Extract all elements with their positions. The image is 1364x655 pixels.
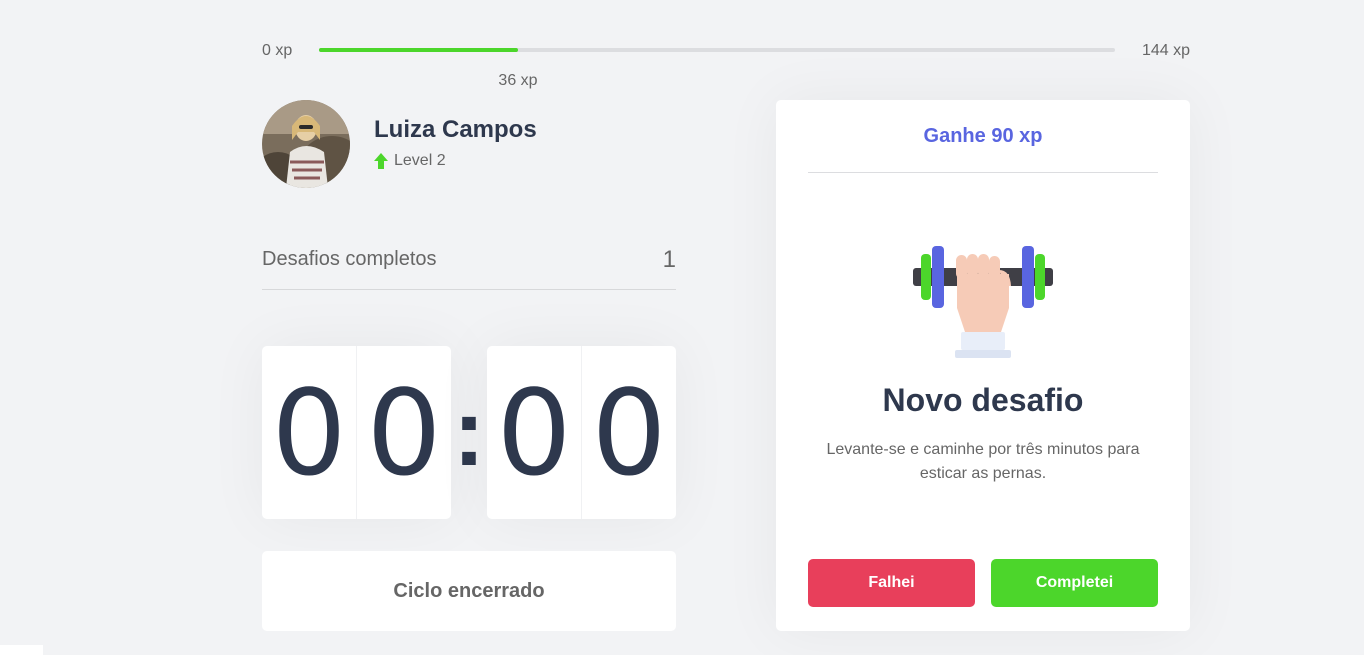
level-up-arrow-icon [374,153,388,169]
countdown-minutes: 0 0 [262,346,451,519]
dumbbell-icon [913,246,1053,358]
second-digit: 0 [581,346,676,519]
challenge-reward: Ganhe 90 xp [808,100,1158,173]
second-digit: 0 [496,363,572,502]
countdown-seconds: 0 0 [487,346,676,519]
corner-patch [0,645,43,655]
user-level: Level 2 [374,152,446,170]
complete-button[interactable]: Completei [991,559,1158,607]
completed-challenges-count: 1 [662,246,676,273]
profile: Luiza Campos Level 2 [262,100,682,190]
minute-digit: 0 [356,346,451,519]
fail-button[interactable]: Falhei [808,559,975,607]
challenge-description: Levante-se e caminhe por três minutos pa… [826,441,1140,482]
xp-progress-fill [319,48,518,52]
xp-max-label: 144 xp [1141,42,1190,59]
level-label: Level 2 [394,152,446,169]
countdown-separator: : [453,378,485,486]
challenge-title: Novo desafio [882,382,1084,418]
user-name: Luiza Campos [374,116,537,143]
cycle-ended-button[interactable]: Ciclo encerrado [262,551,676,631]
xp-current-label: 36 xp [498,72,538,89]
xp-min-label: 0 xp [262,42,293,59]
completed-challenges-label: Desafios completos [262,248,437,270]
xp-track: 36 xp [319,48,1115,89]
experience-bar: 0 xp 36 xp 144 xp [262,38,1190,89]
completed-challenges: Desafios completos 1 [262,240,676,290]
challenge-card: Ganhe 90 xp Novo desafio Levante-se e ca… [776,100,1190,631]
avatar [262,100,350,188]
minute-digit: 0 [271,363,347,502]
